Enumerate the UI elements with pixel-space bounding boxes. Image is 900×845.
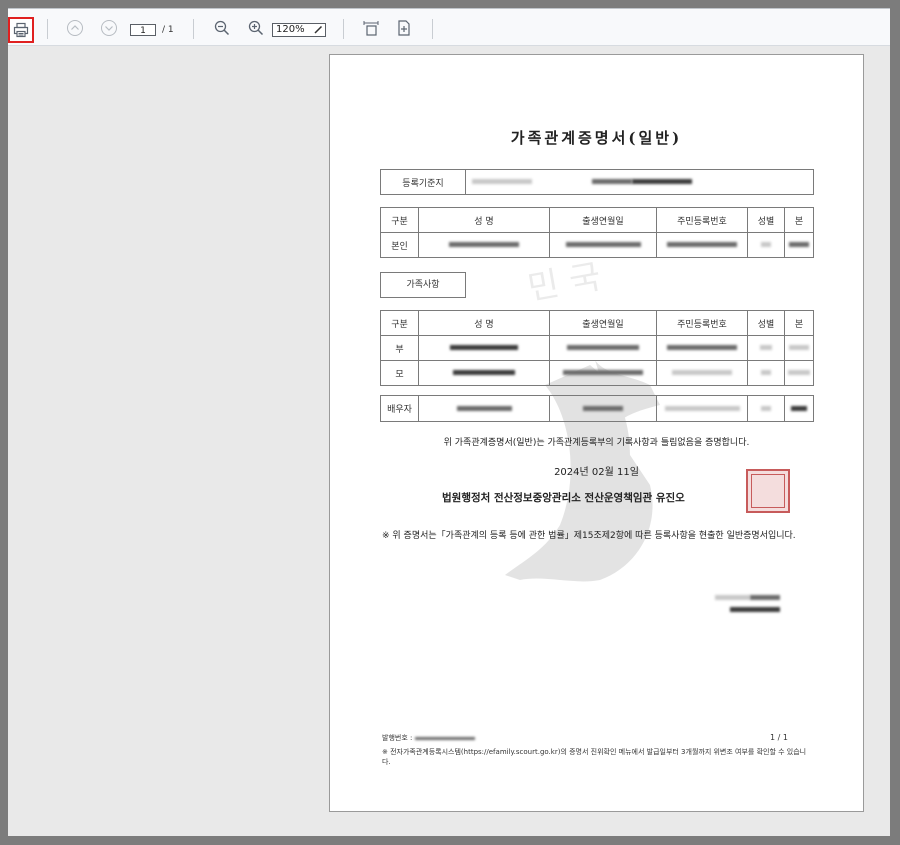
next-page-button[interactable] bbox=[98, 17, 120, 39]
redacted-cell bbox=[784, 360, 814, 386]
zoom-out-button[interactable] bbox=[211, 17, 233, 39]
pdf-toolbar: 1 / 1 120% bbox=[8, 8, 890, 46]
svg-text:민 국: 민 국 bbox=[525, 257, 604, 309]
row-label-mother: 모 bbox=[380, 360, 419, 386]
redacted-cell bbox=[747, 232, 785, 258]
zoom-in-icon bbox=[248, 20, 264, 36]
redacted-cell bbox=[656, 232, 748, 258]
row-label-spouse: 배우자 bbox=[380, 395, 419, 422]
page-total-label: / 1 bbox=[162, 24, 174, 36]
col-resident-no: 주민등록번호 bbox=[656, 310, 748, 336]
zoom-level-value: 120% bbox=[276, 24, 305, 35]
redacted-cell bbox=[549, 335, 657, 361]
issuer-line: 법원행정처 전산정보중앙관리소 전산운영책임관 유진오 bbox=[442, 492, 685, 504]
table-row: 모 bbox=[380, 360, 814, 386]
redacted-signature bbox=[730, 599, 780, 618]
print-button[interactable] bbox=[8, 17, 34, 43]
redacted-cell bbox=[418, 335, 550, 361]
row-label-father: 부 bbox=[380, 335, 419, 361]
family-table: 구분 성 명 출생연월일 주민등록번호 성별 본 부 모 bbox=[380, 310, 814, 386]
page-info: 1 / 1 bbox=[770, 733, 788, 742]
toolbar-divider bbox=[47, 19, 48, 39]
page-number-input[interactable]: 1 bbox=[130, 24, 156, 36]
pencil-icon[interactable] bbox=[313, 25, 323, 35]
page-separator: / bbox=[162, 25, 166, 35]
col-category: 구분 bbox=[380, 310, 419, 336]
col-gender: 성별 bbox=[747, 207, 785, 233]
document-title: 가족관계증명서(일반) bbox=[510, 129, 683, 147]
redacted-cell bbox=[549, 232, 657, 258]
registration-table: 등록기준지 bbox=[380, 169, 814, 195]
col-origin: 본 bbox=[784, 310, 814, 336]
table-row: 배우자 bbox=[380, 395, 814, 422]
redacted-cell bbox=[784, 335, 814, 361]
toolbar-divider bbox=[432, 19, 433, 39]
chevron-up-icon bbox=[67, 20, 83, 36]
redacted-cell bbox=[747, 335, 785, 361]
redacted-cell bbox=[418, 232, 550, 258]
col-origin: 본 bbox=[784, 207, 814, 233]
redacted-cell bbox=[656, 335, 748, 361]
col-birthdate: 출생연월일 bbox=[549, 207, 657, 233]
zoom-out-icon bbox=[214, 20, 230, 36]
certification-statement: 위 가족관계증명서(일반)는 가족관계등록부의 기록사항과 틀림없음을 증명합니… bbox=[443, 438, 750, 448]
family-table-header: 구분 성 명 출생연월일 주민등록번호 성별 본 bbox=[380, 310, 814, 336]
toolbar-divider bbox=[193, 19, 194, 39]
table-row: 본인 bbox=[380, 232, 814, 258]
redacted-cell bbox=[656, 395, 748, 422]
pdf-viewer-window: 1 / 1 120% 민 국 가족관계증명서(일반) 등록기준지 구분 성 명 … bbox=[8, 8, 890, 836]
col-name: 성 명 bbox=[418, 207, 550, 233]
table-row: 부 bbox=[380, 335, 814, 361]
previous-page-button[interactable] bbox=[64, 17, 86, 39]
document-viewport[interactable]: 민 국 가족관계증명서(일반) 등록기준지 구분 성 명 출생연월일 주민등록번… bbox=[8, 46, 890, 836]
zoom-in-button[interactable] bbox=[245, 17, 267, 39]
redacted-cell bbox=[747, 360, 785, 386]
col-resident-no: 주민등록번호 bbox=[656, 207, 748, 233]
fit-page-icon bbox=[363, 21, 379, 36]
col-category: 구분 bbox=[380, 207, 419, 233]
issue-number: 발행번호 : bbox=[382, 733, 475, 743]
footer-note: ※ 전자가족관계등록시스템(https://efamily.scourt.go.… bbox=[382, 748, 807, 766]
redacted-cell bbox=[549, 360, 657, 386]
zoom-level-input[interactable]: 120% bbox=[272, 23, 326, 37]
legal-note: ※ 위 증명서는「가족관계의 등록 등에 관한 법률」제15조제2항에 따른 등… bbox=[382, 531, 796, 541]
redacted-cell bbox=[656, 360, 748, 386]
fit-width-button[interactable] bbox=[360, 17, 382, 39]
col-name: 성 명 bbox=[418, 310, 550, 336]
registration-base-value bbox=[465, 169, 814, 195]
page-add-icon bbox=[398, 20, 410, 36]
self-table: 구분 성 명 출생연월일 주민등록번호 성별 본 본인 bbox=[380, 207, 814, 258]
col-birthdate: 출생연월일 bbox=[549, 310, 657, 336]
toolbar-divider bbox=[343, 19, 344, 39]
official-seal bbox=[746, 469, 790, 513]
document-page: 민 국 가족관계증명서(일반) 등록기준지 구분 성 명 출생연월일 주민등록번… bbox=[329, 54, 864, 812]
redacted-cell bbox=[549, 395, 657, 422]
chevron-down-icon bbox=[101, 20, 117, 36]
redacted-cell bbox=[747, 395, 785, 422]
self-table-header: 구분 성 명 출생연월일 주민등록번호 성별 본 bbox=[380, 207, 814, 233]
print-icon bbox=[13, 22, 29, 38]
redacted-cell bbox=[418, 360, 550, 386]
registration-base-label: 등록기준지 bbox=[380, 169, 466, 195]
page-total: 1 bbox=[167, 25, 174, 35]
redacted-cell bbox=[784, 232, 814, 258]
spouse-table: 배우자 bbox=[380, 395, 814, 422]
rotate-page-button[interactable] bbox=[393, 17, 415, 39]
issue-number-label: 발행번호 : bbox=[382, 734, 413, 742]
family-section-label: 가족사항 bbox=[380, 272, 466, 298]
row-label-self: 본인 bbox=[380, 232, 419, 258]
redacted-cell bbox=[418, 395, 550, 422]
redacted-cell bbox=[784, 395, 814, 422]
col-gender: 성별 bbox=[747, 310, 785, 336]
